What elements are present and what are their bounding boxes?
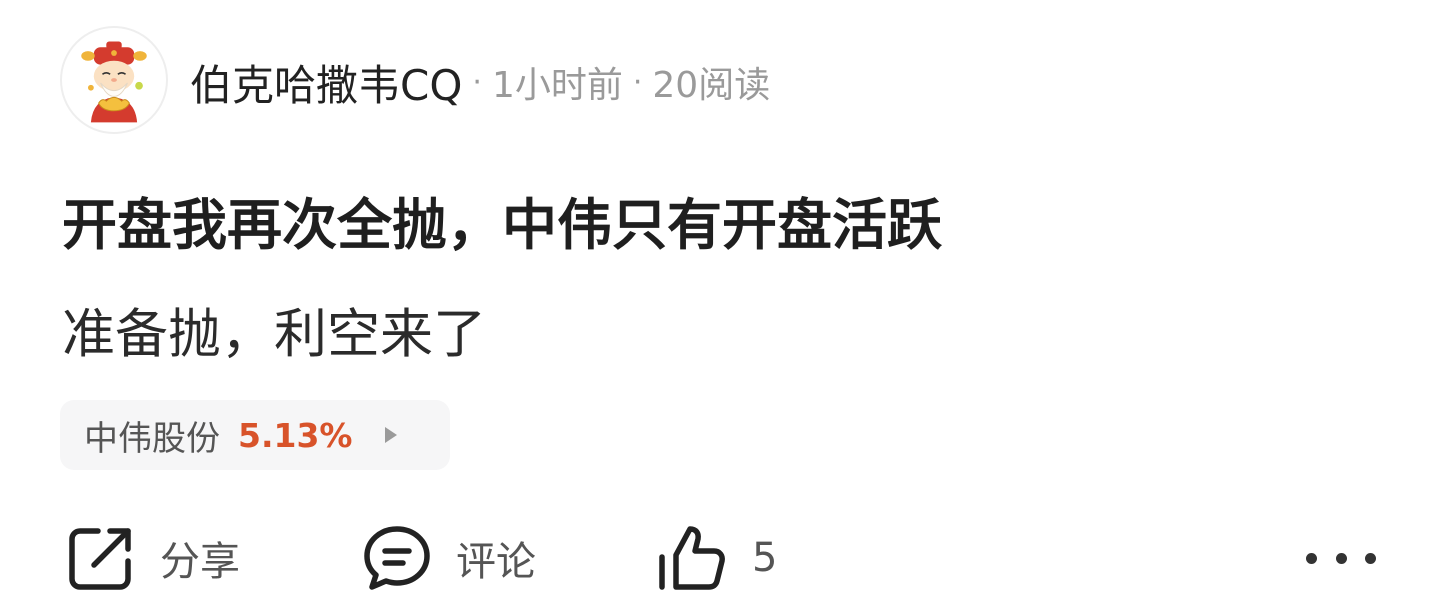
post-card: 伯克哈撒韦CQ · 1小时前 · 20阅读 开盘我再次全抛，中伟只有开盘活跃 准… [0, 0, 1440, 604]
stock-name: 中伟股份 [84, 418, 220, 459]
share-icon [69, 528, 131, 590]
comment-icon [364, 526, 430, 590]
author-name[interactable]: 伯克哈撒韦CQ [190, 52, 462, 113]
post-content[interactable]: 准备抛，利空来了 [62, 292, 486, 368]
like-count: 5 [752, 535, 778, 581]
stock-tag[interactable]: 中伟股份 5.13% [60, 400, 450, 470]
like-button[interactable]: 5 [656, 520, 777, 596]
triangle-right-icon [384, 427, 397, 443]
share-label: 分享 [160, 539, 240, 585]
comment-label: 评论 [456, 539, 536, 585]
more-icon [1306, 552, 1317, 564]
more-button[interactable] [1306, 536, 1376, 580]
post-time: 1小时前 [491, 65, 623, 106]
post-meta: 伯克哈撒韦CQ · 1小时前 · 20阅读 [190, 52, 770, 112]
meta-separator: · [632, 64, 643, 100]
comment-button[interactable]: 评论 [362, 520, 536, 596]
stock-change: 5.13% [238, 415, 353, 455]
god-of-wealth-avatar-icon [81, 41, 147, 123]
thumbs-up-icon [659, 526, 725, 590]
more-icon [1365, 552, 1376, 564]
read-count: 20阅读 [652, 65, 771, 106]
meta-separator: · [472, 64, 482, 100]
more-icon [1335, 552, 1347, 564]
avatar[interactable] [60, 26, 168, 134]
post-title[interactable]: 开盘我再次全抛，中伟只有开盘活跃 [62, 180, 942, 260]
share-button[interactable]: 分享 [66, 520, 240, 596]
